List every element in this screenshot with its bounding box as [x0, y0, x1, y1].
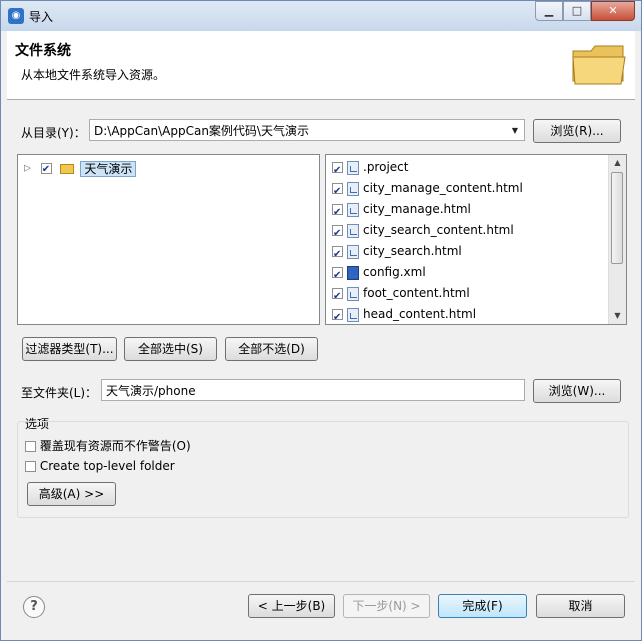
scroll-down-icon[interactable]: ▼	[609, 308, 626, 324]
html-file-icon	[347, 307, 359, 322]
chevron-down-icon[interactable]: ▼	[508, 120, 522, 142]
wizard-header: 文件系统 从本地文件系统导入资源。	[7, 31, 635, 100]
file-checkbox[interactable]	[332, 223, 343, 244]
top-level-checkbox[interactable]	[25, 461, 36, 472]
overwrite-option[interactable]: 覆盖现有资源而不作警告(O)	[25, 437, 191, 454]
file-checkbox[interactable]	[332, 244, 343, 265]
target-folder-input[interactable]: 天气演示/phone	[101, 379, 525, 401]
help-icon[interactable]: ?	[23, 596, 45, 618]
file-list[interactable]: .project city_manage_content.html city_m…	[325, 154, 627, 325]
overwrite-label: 覆盖现有资源而不作警告(O)	[39, 439, 191, 453]
folder-icon	[59, 163, 74, 174]
divider	[7, 581, 635, 582]
html-file-icon	[347, 181, 359, 196]
list-item[interactable]: head_content.html	[332, 304, 476, 324]
target-folder-value: 天气演示/phone	[106, 384, 196, 398]
vertical-scrollbar[interactable]: ▲ ▼	[608, 155, 626, 324]
top-level-option[interactable]: Create top-level folder	[25, 459, 175, 473]
list-item[interactable]: .project	[332, 157, 408, 181]
html-file-icon	[347, 286, 359, 301]
browse-source-button[interactable]: 浏览(R)...	[533, 119, 621, 143]
tree-item-label: 天气演示	[80, 160, 137, 177]
app-icon: ◉	[8, 8, 24, 24]
target-folder-label: 至文件夹(L)：	[21, 386, 98, 400]
title-bar: ◉ 导入 ▁ □ ✕	[1, 1, 641, 31]
file-checkbox[interactable]	[332, 202, 343, 223]
scroll-up-icon[interactable]: ▲	[609, 155, 626, 171]
expand-arrow-icon[interactable]: ▷	[24, 164, 31, 174]
list-item[interactable]: foot_content.html	[332, 283, 470, 307]
list-item[interactable]: config.xml	[332, 262, 426, 286]
minimize-button[interactable]: ▁	[535, 1, 563, 21]
deselect-all-button[interactable]: 全部不选(D)	[225, 337, 318, 361]
list-item[interactable]: city_manage.html	[332, 199, 471, 223]
generic-file-icon	[347, 160, 359, 175]
close-button[interactable]: ✕	[591, 1, 635, 21]
overwrite-checkbox[interactable]	[25, 441, 36, 452]
filter-types-button[interactable]: 过滤器类型(T)...	[22, 337, 117, 361]
import-dialog: ◉ 导入 ▁ □ ✕ 文件系统 从本地文件系统导入资源。 从目录(Y)： D:\…	[0, 0, 642, 641]
html-file-icon	[347, 202, 359, 217]
file-checkbox[interactable]	[332, 286, 343, 307]
html-file-icon	[347, 244, 359, 259]
tree-item-weather-demo[interactable]: ▷ 天气演示	[24, 159, 137, 179]
folder-icon	[572, 45, 626, 85]
xml-file-icon	[347, 265, 359, 280]
next-button[interactable]: 下一步(N) >	[343, 594, 430, 618]
source-dir-label: 从目录(Y)：	[21, 126, 86, 140]
select-all-button[interactable]: 全部选中(S)	[124, 337, 217, 361]
html-file-icon	[347, 223, 359, 238]
scroll-thumb[interactable]	[611, 172, 623, 264]
file-checkbox[interactable]	[332, 160, 343, 181]
advanced-button[interactable]: 高级(A) >>	[27, 482, 116, 506]
folder-tree[interactable]: ▷ 天气演示	[17, 154, 320, 325]
finish-button[interactable]: 完成(F)	[438, 594, 527, 618]
page-description: 从本地文件系统导入资源。	[21, 68, 166, 82]
tree-item-checkbox[interactable]	[40, 161, 52, 179]
page-title: 文件系统	[15, 43, 71, 59]
source-dir-value: D:\AppCan\AppCan案例代码\天气演示	[94, 124, 309, 138]
top-level-label: Create top-level folder	[39, 459, 175, 473]
browse-target-button[interactable]: 浏览(W)...	[533, 379, 621, 403]
file-checkbox[interactable]	[332, 307, 343, 324]
cancel-button[interactable]: 取消	[536, 594, 625, 618]
maximize-button[interactable]: □	[563, 1, 591, 21]
file-checkbox[interactable]	[332, 265, 343, 286]
list-item[interactable]: city_search.html	[332, 241, 462, 265]
window-title: 导入	[29, 10, 54, 24]
list-item[interactable]: city_manage_content.html	[332, 178, 523, 202]
source-dir-combo[interactable]: D:\AppCan\AppCan案例代码\天气演示 ▼	[89, 119, 525, 141]
list-item[interactable]: city_search_content.html	[332, 220, 514, 244]
file-checkbox[interactable]	[332, 181, 343, 202]
back-button[interactable]: < 上一步(B)	[248, 594, 335, 618]
